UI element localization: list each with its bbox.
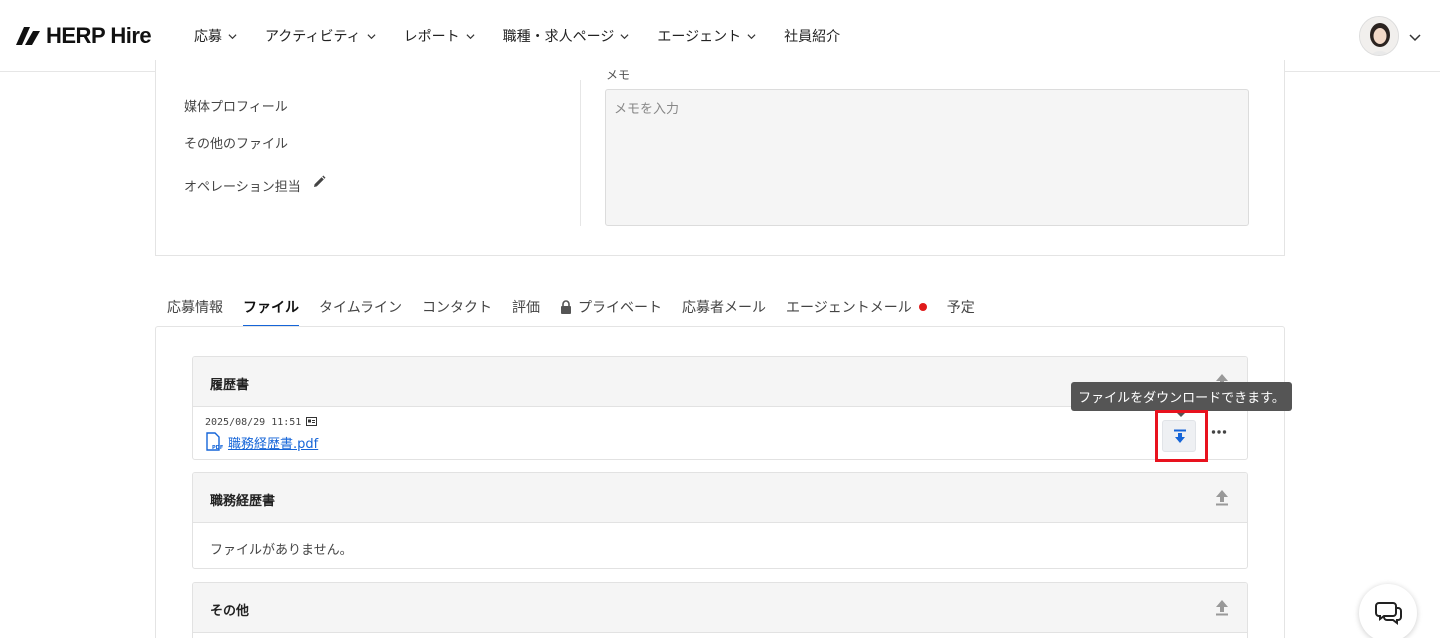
tab-label: 応募者メール [682, 300, 767, 316]
tab-application-info[interactable]: 応募情報 [157, 288, 233, 326]
pencil-edit-icon[interactable] [312, 175, 326, 189]
nav-item-label: 応募 [194, 29, 222, 45]
empty-files-message: ファイルがありません。 [210, 543, 353, 558]
file-uploaded-date: 2025/08/29 11:51 [205, 417, 302, 428]
operation-owner-label: オペレーション担当 [184, 180, 301, 195]
nav-item-label: 社員紹介 [784, 29, 841, 45]
tab-label: プライベート [578, 300, 663, 316]
lock-icon [561, 300, 572, 314]
tab-files[interactable]: ファイル [233, 288, 309, 328]
memo-input[interactable]: メモを入力 [605, 89, 1249, 226]
chevron-down-icon [747, 33, 756, 39]
nav-item-label: レポート [403, 29, 460, 45]
work-history-section: 職務経歴書 ファイルがありません。 [192, 472, 1248, 569]
section-header: 職務経歴書 [193, 473, 1247, 523]
chat-bubble-icon [1375, 602, 1402, 625]
tab-private[interactable]: プライベート [550, 288, 672, 326]
account-menu-chevron-icon[interactable] [1409, 31, 1421, 43]
tab-evaluation[interactable]: 評価 [502, 288, 550, 326]
brand-name: HERP Hire [46, 23, 152, 48]
herp-hire-logo[interactable]: HERP Hire [14, 22, 152, 50]
svg-text:PDF: PDF [212, 445, 223, 451]
more-options-icon[interactable] [1211, 429, 1227, 435]
tab-label: 予定 [946, 300, 975, 316]
tab-applicant-mail[interactable]: 応募者メール [672, 288, 776, 326]
tooltip-text: ファイルをダウンロードできます。 [1078, 391, 1285, 406]
user-photo [1360, 17, 1398, 55]
other-files-section: その他 [192, 582, 1248, 638]
tab-contact[interactable]: コンタクト [412, 288, 502, 326]
candidate-tabs: 応募情報 ファイル タイムライン コンタクト 評価 プライベート 応募者メール … [157, 288, 985, 328]
id-card-icon [306, 417, 317, 426]
file-row: 2025/08/29 11:51 PDF 職務経歴書.pdf [193, 407, 1247, 459]
pdf-file-icon: PDF [206, 432, 223, 451]
download-button-highlight [1155, 410, 1208, 462]
media-profile-label: 媒体プロフィール [184, 100, 288, 115]
tab-label: 応募情報 [167, 300, 223, 316]
section-title: 職務経歴書 [210, 494, 276, 509]
memo-placeholder: メモを入力 [614, 102, 680, 117]
file-link[interactable]: 職務経歴書.pdf [228, 433, 318, 452]
tab-timeline[interactable]: タイムライン [309, 288, 412, 326]
chevron-down-icon [367, 33, 376, 39]
notification-dot [918, 303, 927, 311]
chevron-down-icon [466, 33, 475, 39]
memo-label: メモ [606, 68, 631, 82]
tab-schedule[interactable]: 予定 [937, 288, 985, 326]
other-files-label: その他のファイル [184, 137, 289, 152]
nav-item-label: 職種・求人ページ [502, 29, 615, 45]
tab-label: ファイル [243, 300, 299, 316]
section-title: その他 [210, 604, 250, 619]
user-avatar[interactable] [1359, 16, 1399, 56]
section-title: 履歴書 [210, 378, 250, 393]
tab-agent-mail[interactable]: エージェントメール [776, 288, 937, 326]
tab-label: エージェントメール [786, 300, 912, 316]
nav-item-label: エージェント [657, 29, 742, 45]
download-tooltip: ファイルをダウンロードできます。 [1071, 382, 1292, 417]
nav-item-label: アクティビティ [265, 29, 361, 45]
chat-support-button[interactable] [1359, 584, 1417, 638]
vertical-divider [580, 80, 581, 226]
tab-label: タイムライン [319, 300, 403, 316]
tab-label: 評価 [512, 300, 541, 316]
upload-icon[interactable] [1215, 489, 1229, 506]
upload-icon[interactable] [1215, 599, 1229, 616]
herp-logo-icon [16, 27, 40, 45]
section-header: その他 [193, 583, 1247, 633]
chevron-down-icon [620, 33, 629, 39]
tab-label: コンタクト [422, 300, 493, 316]
chevron-down-icon [228, 33, 237, 39]
